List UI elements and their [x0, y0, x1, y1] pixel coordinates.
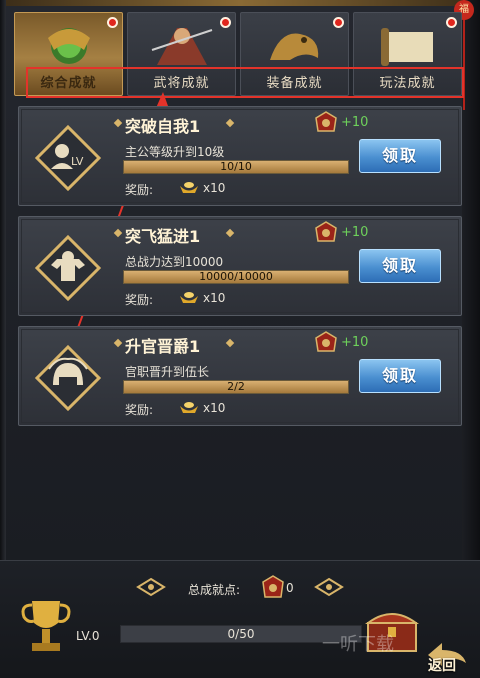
reward-count: x10 — [203, 291, 226, 305]
total-score-value: 0 — [286, 581, 294, 595]
knot-ornament-icon — [314, 577, 344, 597]
reward-label: 奖励: — [125, 183, 154, 197]
claim-button[interactable]: 领取 — [359, 359, 441, 393]
achievement-card: 突飞猛进1 +10 总战力达到10000 10000/10000 奖励: x10… — [18, 216, 462, 316]
achievement-points: +10 — [341, 335, 369, 350]
svg-text:LV: LV — [71, 155, 84, 168]
knot-ornament-icon — [136, 577, 166, 597]
achievement-title: 升官晋爵1 — [125, 337, 201, 356]
reward-count: x10 — [203, 181, 226, 195]
achievement-title: 突飞猛进1 — [125, 227, 201, 246]
achievement-card: LV 突破自我1 +10 主公等级升到10级 10/10 奖励: x10 领取 — [18, 106, 462, 206]
gold-ingot-icon — [180, 182, 198, 193]
strength-icon — [34, 234, 102, 302]
progress-bar: 2/2 — [123, 380, 349, 394]
level-label: LV.0 — [76, 629, 100, 643]
achievement-card: 升官晋爵1 +10 官职晋升到伍长 2/2 奖励: x10 领取 — [18, 326, 462, 426]
achievement-points-icon — [315, 331, 337, 352]
achievement-points-icon — [315, 111, 337, 132]
achievement-description: 主公等级升到10级 — [125, 145, 225, 159]
gold-ingot-icon — [180, 402, 198, 413]
achievements-screen: 福 综合成就 武将成就 装备成就 玩法成就 LV 突破自我1 +10 主公等级升… — [0, 0, 480, 678]
achievement-points-icon — [315, 221, 337, 242]
achievement-description: 总战力达到10000 — [125, 255, 224, 269]
achievement-title: 突破自我1 — [125, 117, 201, 136]
achievement-description: 官职晋升到伍长 — [125, 365, 210, 379]
progress-text: 10000/10000 — [199, 270, 273, 283]
reward-label: 奖励: — [125, 293, 154, 307]
reward-label: 奖励: — [125, 403, 154, 417]
achievement-points: +10 — [341, 225, 369, 240]
trophy-icon — [21, 601, 71, 651]
progress-bar: 10/10 — [123, 160, 349, 174]
helmet-icon — [34, 344, 102, 412]
claim-button[interactable]: 领取 — [359, 139, 441, 173]
gold-ingot-icon — [180, 292, 198, 303]
achievement-points: +10 — [341, 115, 369, 130]
progress-bar: 10000/10000 — [123, 270, 349, 284]
progress-text: 2/2 — [227, 380, 245, 393]
progress-text: 10/10 — [220, 160, 252, 173]
back-button[interactable]: 返回 — [428, 655, 456, 675]
level-up-icon: LV — [34, 124, 102, 192]
total-score-label: 总成就点: — [188, 583, 241, 597]
footer-panel: 总成就点: 0 LV.0 0/50 返回 — [0, 560, 480, 678]
achievement-points-icon — [262, 575, 284, 598]
reward-count: x10 — [203, 401, 226, 415]
claim-button[interactable]: 领取 — [359, 249, 441, 283]
watermark-text: 一听下载 — [322, 634, 394, 655]
